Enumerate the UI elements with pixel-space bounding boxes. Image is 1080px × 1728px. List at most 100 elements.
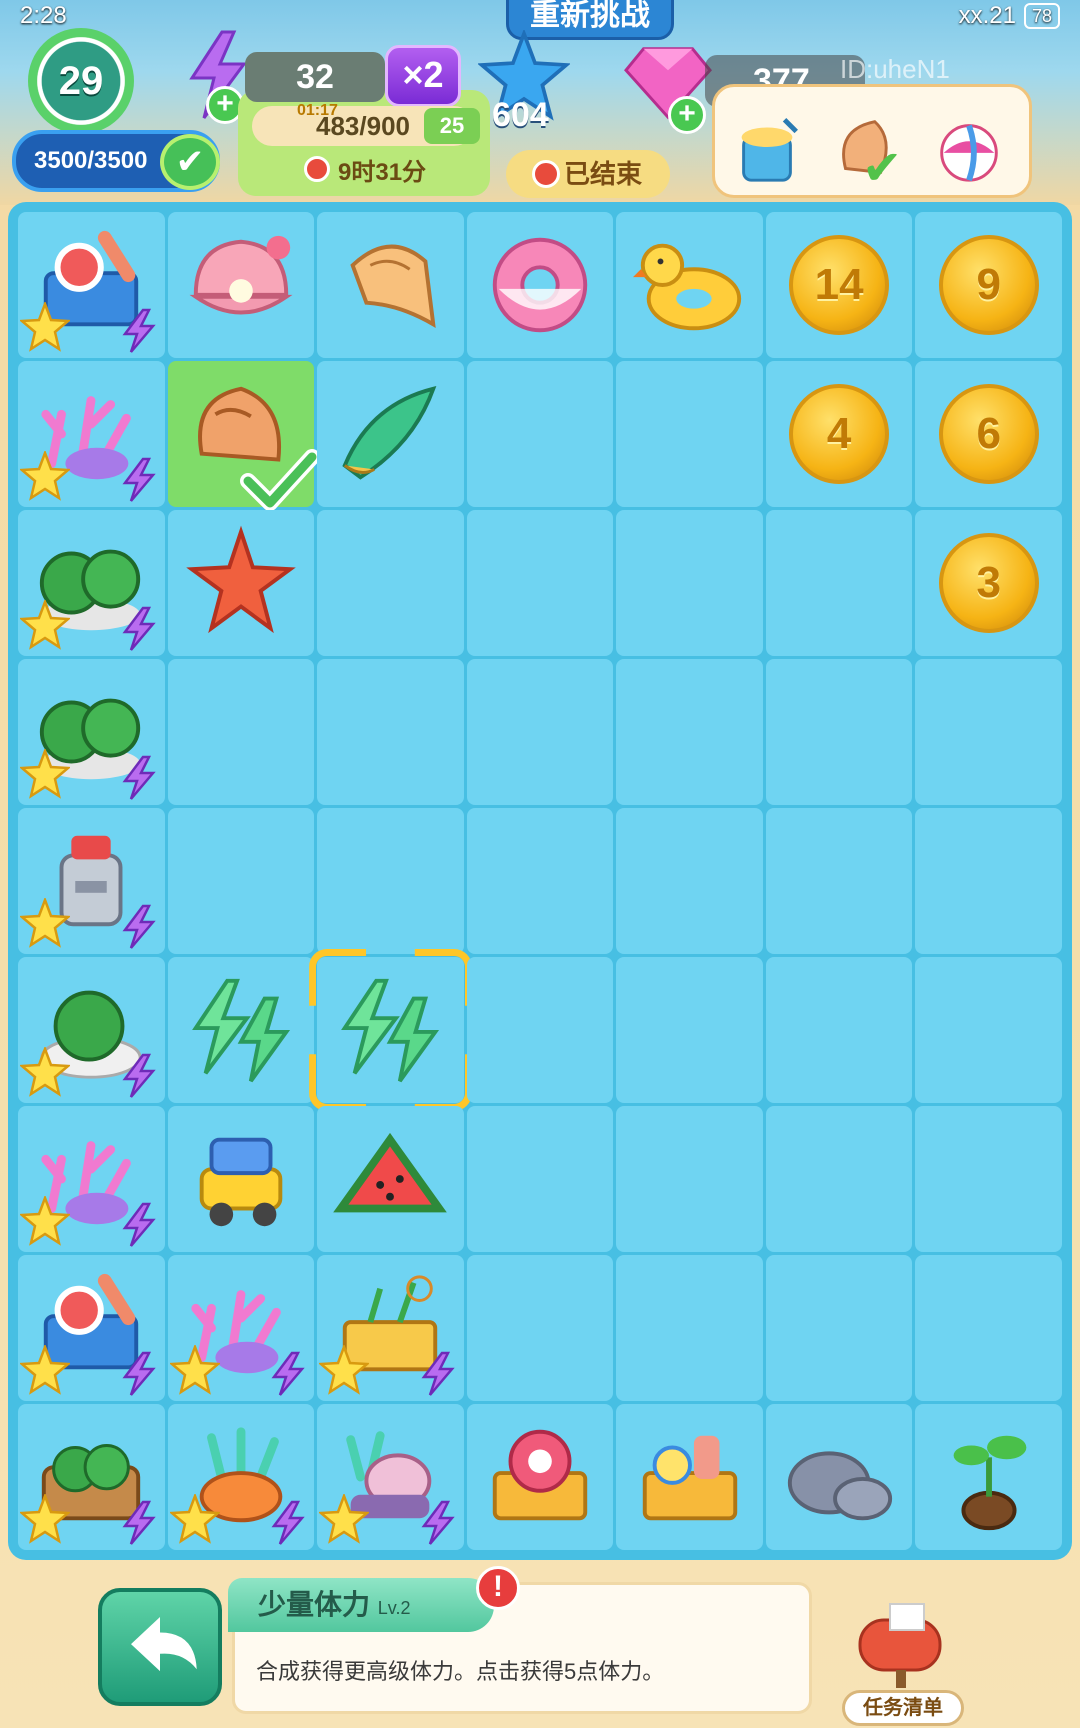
board-cell[interactable]	[915, 1255, 1062, 1401]
board-cell[interactable]	[317, 1106, 464, 1252]
board-cell[interactable]	[167, 1255, 315, 1401]
board-cell[interactable]	[765, 1404, 913, 1550]
board-cell[interactable]	[616, 1255, 763, 1401]
add-gems-button[interactable]: +	[668, 96, 706, 134]
green-shell-icon[interactable]	[331, 375, 449, 493]
board-cell[interactable]	[616, 957, 763, 1103]
multiplier-badge[interactable]: ×2	[385, 45, 461, 107]
board-cell[interactable]	[765, 659, 913, 805]
board-cell[interactable]	[765, 510, 913, 656]
board-cell[interactable]	[765, 1255, 913, 1401]
board-cell[interactable]	[616, 361, 763, 507]
board-cell[interactable]	[167, 957, 315, 1103]
board-cell[interactable]	[167, 212, 315, 358]
board-cell[interactable]	[317, 659, 464, 805]
board-cell[interactable]	[18, 1255, 165, 1401]
item-check-icon	[240, 449, 321, 511]
donut-float-icon[interactable]	[481, 226, 599, 344]
board-cell[interactable]	[18, 361, 165, 507]
beach-basket-icon[interactable]	[631, 1418, 749, 1536]
task-list-button[interactable]: 任务清单	[842, 1690, 964, 1726]
generator-star-icon	[20, 1047, 70, 1097]
starfish-icon[interactable]	[182, 524, 300, 642]
board-cell[interactable]	[167, 1106, 315, 1252]
board-cell[interactable]	[317, 1255, 464, 1401]
board-cell[interactable]	[18, 1106, 165, 1252]
board-cell[interactable]: 9	[915, 212, 1062, 358]
coin-icon[interactable]: 14	[789, 235, 890, 335]
coin-icon[interactable]: 6	[938, 384, 1039, 484]
sprout-icon[interactable]	[930, 1418, 1048, 1536]
watermelon-slices-icon[interactable]	[331, 1120, 449, 1238]
board-cell[interactable]	[317, 808, 464, 954]
duck-float-icon[interactable]	[631, 226, 749, 344]
board-cell[interactable]	[167, 659, 315, 805]
board-cell[interactable]	[18, 808, 165, 954]
board-cell[interactable]	[915, 808, 1062, 954]
board-cell[interactable]	[466, 659, 614, 805]
board-cell[interactable]	[167, 808, 315, 954]
board-cell[interactable]	[18, 1404, 165, 1550]
generator-energy-icon	[122, 606, 156, 651]
board-cell[interactable]	[466, 1106, 614, 1252]
info-alert-icon[interactable]: !	[476, 1566, 520, 1610]
board-cell[interactable]	[466, 957, 614, 1103]
toy-dump-truck-icon[interactable]	[182, 1120, 300, 1238]
energy-bolts-icon[interactable]	[182, 971, 300, 1089]
back-button[interactable]	[98, 1588, 222, 1706]
energy-bolts-icon[interactable]	[331, 971, 449, 1089]
board-cell[interactable]	[317, 361, 464, 507]
board-cell[interactable]	[466, 361, 614, 507]
player-level-badge[interactable]: 29	[28, 28, 134, 134]
board-cell[interactable]	[18, 212, 165, 358]
generator-energy-icon	[122, 904, 156, 949]
board-cell[interactable]	[167, 510, 315, 656]
board-cell[interactable]	[915, 659, 1062, 805]
order-beach-ball-icon[interactable]	[930, 110, 1008, 188]
board-cell[interactable]	[466, 808, 614, 954]
board-cell[interactable]	[915, 957, 1062, 1103]
float-basket-icon[interactable]	[481, 1418, 599, 1536]
battery-icon: 78	[1023, 3, 1060, 29]
board-cell[interactable]	[765, 1106, 913, 1252]
board-cell[interactable]	[466, 1255, 614, 1401]
board-cell[interactable]	[18, 957, 165, 1103]
board-cell[interactable]: 14	[765, 212, 913, 358]
merge-board: 14 9 4 6 3	[8, 202, 1072, 1560]
coin-icon[interactable]: 9	[938, 235, 1039, 335]
board-cell[interactable]: 3	[915, 510, 1062, 656]
board-cell[interactable]	[466, 510, 614, 656]
ended-status-pill[interactable]: 已结束	[506, 150, 670, 198]
board-cell[interactable]	[616, 659, 763, 805]
board-cell[interactable]	[915, 1404, 1062, 1550]
board-cell[interactable]	[466, 212, 614, 358]
board-cell[interactable]	[616, 510, 763, 656]
board-cell[interactable]	[18, 510, 165, 656]
board-cell[interactable]	[18, 659, 165, 805]
board-cell[interactable]	[167, 361, 321, 511]
board-cell[interactable]	[616, 212, 763, 358]
board-cell[interactable]	[616, 1404, 763, 1550]
order-sand-bucket-icon[interactable]	[728, 110, 806, 188]
board-cell[interactable]: 6	[915, 361, 1062, 507]
pearl-clam-icon[interactable]	[182, 226, 300, 344]
gold-counter[interactable]: 32	[245, 52, 385, 102]
board-cell[interactable]	[466, 1404, 614, 1550]
board-cell[interactable]	[616, 1106, 763, 1252]
board-cell[interactable]	[765, 808, 913, 954]
coin-icon[interactable]: 3	[938, 533, 1039, 633]
board-cell[interactable]	[915, 1106, 1062, 1252]
board-cell[interactable]: 4	[765, 361, 913, 507]
board-cell[interactable]	[167, 1404, 315, 1550]
coin-icon[interactable]: 4	[789, 384, 890, 484]
board-cell[interactable]	[309, 949, 472, 1111]
conch-shell-icon[interactable]	[331, 226, 449, 344]
board-cell[interactable]	[765, 957, 913, 1103]
rocks-icon[interactable]	[780, 1418, 898, 1536]
board-cell[interactable]	[616, 808, 763, 954]
board-cell[interactable]	[317, 510, 464, 656]
board-cell[interactable]	[317, 1404, 464, 1550]
item-name: 少量体力	[258, 1589, 371, 1620]
task-mailbox-icon[interactable]	[840, 1590, 960, 1690]
board-cell[interactable]	[317, 212, 464, 358]
